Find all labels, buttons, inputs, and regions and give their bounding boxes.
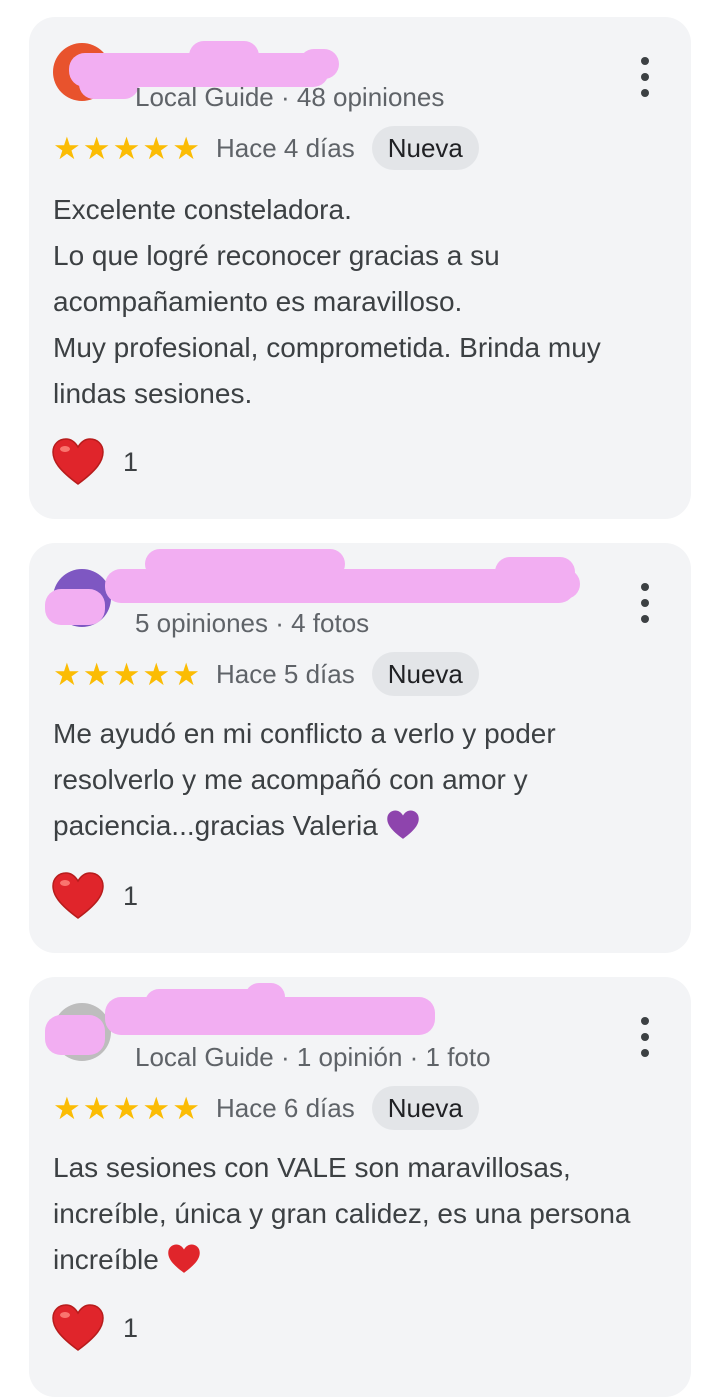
more-vert-icon (641, 1017, 649, 1025)
reviewer-avatar[interactable] (53, 569, 111, 627)
review-time: Hace 6 días (215, 1092, 355, 1123)
reviewer-meta: Local Guide · 48 opiniones (135, 82, 445, 112)
review-time: Hace 4 días (215, 132, 355, 163)
star-icon: ★ (112, 130, 141, 166)
star-icon: ★ (112, 656, 141, 692)
review-line: Muy profesional, comprometida. Brinda mu… (53, 332, 601, 409)
more-vert-icon (641, 583, 649, 591)
more-vert-icon (641, 57, 649, 65)
like-count: 1 (123, 880, 139, 911)
new-badge: Nueva (371, 126, 479, 170)
review-line: Lo que logré reconocer gracias a su acom… (53, 240, 500, 317)
review-time: Hace 5 días (215, 658, 355, 689)
star-icon: ★ (172, 1090, 200, 1126)
red-heart-emoji (167, 1244, 200, 1273)
star-icon: ★ (112, 1090, 141, 1126)
star-icon: ★ (142, 656, 171, 692)
reviewer-meta: Local Guide · 1 opinión · 1 foto (135, 1042, 491, 1072)
star-icon: ★ (172, 130, 200, 166)
heart-icon (52, 872, 104, 919)
review-line: Excelente consteladora. (53, 194, 352, 225)
reviewer-avatar[interactable] (53, 43, 111, 101)
like-button[interactable]: 1 (51, 1303, 138, 1353)
heart-icon (52, 1304, 104, 1351)
review-card-1: Local Guide · 48 opiniones ★ ★ ★ ★ ★ Hace 4 … (29, 17, 691, 519)
star-icon: ★ (172, 656, 200, 692)
review-card-2: 5 opiniones · 4 fotos ★ ★ ★ ★ ★ Hace 5 días … (29, 543, 691, 953)
review-text: Las sesiones con VALE son maravillosas, … (53, 1145, 663, 1283)
star-rating: ★ ★ ★ ★ ★ (53, 133, 200, 164)
star-icon: ★ (82, 656, 111, 692)
star-icon: ★ (142, 1090, 171, 1126)
rating-row: ★ ★ ★ ★ ★ Hace 4 días Nueva (53, 126, 479, 170)
review-text: Me ayudó en mi conflicto a verlo y poder… (53, 711, 663, 849)
more-options-button[interactable] (633, 1017, 657, 1057)
reviewer-avatar[interactable] (53, 1003, 111, 1061)
rating-row: ★ ★ ★ ★ ★ Hace 5 días Nueva (53, 652, 479, 696)
more-options-button[interactable] (633, 57, 657, 97)
review-card-3: Local Guide · 1 opinión · 1 foto ★ ★ ★ ★ ★ H… (29, 977, 691, 1397)
star-icon: ★ (82, 1090, 111, 1126)
new-badge: Nueva (371, 1086, 479, 1130)
star-icon: ★ (53, 1090, 81, 1126)
like-count: 1 (123, 1312, 139, 1343)
like-count: 1 (123, 446, 139, 477)
star-rating: ★ ★ ★ ★ ★ (53, 1093, 200, 1124)
star-rating: ★ ★ ★ ★ ★ (53, 659, 200, 690)
rating-row: ★ ★ ★ ★ ★ Hace 6 días Nueva (53, 1086, 479, 1130)
star-icon: ★ (82, 130, 111, 166)
review-line: Las sesiones con VALE son maravillosas, … (53, 1152, 631, 1275)
new-badge: Nueva (371, 652, 479, 696)
review-line: Me ayudó en mi conflicto a verlo y poder… (53, 718, 556, 841)
like-button[interactable]: 1 (51, 871, 138, 921)
reviewer-meta: 5 opiniones · 4 fotos (135, 608, 370, 638)
star-icon: ★ (53, 656, 81, 692)
heart-icon (52, 438, 104, 485)
star-icon: ★ (53, 130, 81, 166)
more-options-button[interactable] (633, 583, 657, 623)
review-text: Excelente consteladora. Lo que logré rec… (53, 187, 663, 417)
star-icon: ★ (142, 130, 171, 166)
like-button[interactable]: 1 (51, 437, 138, 487)
purple-heart-emoji (386, 810, 419, 839)
